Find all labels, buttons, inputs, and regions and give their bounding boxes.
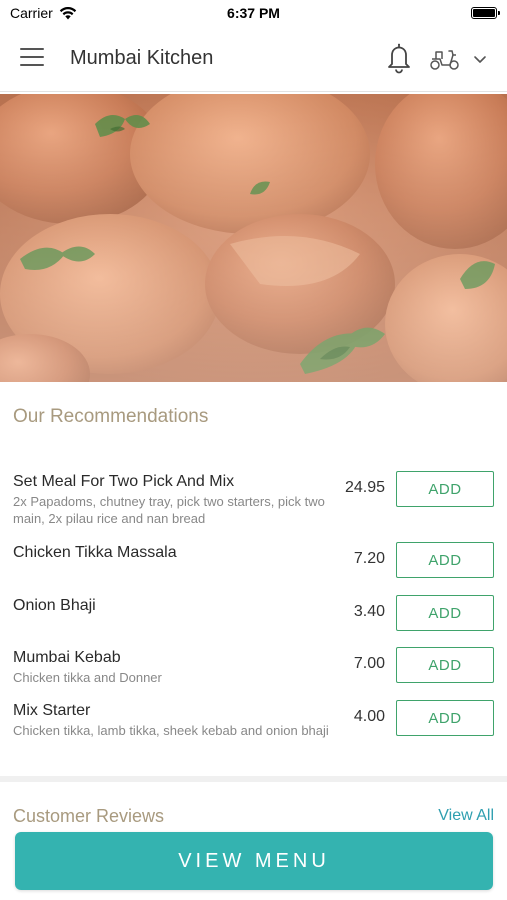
scooter-icon[interactable] (428, 46, 462, 72)
item-description: Chicken tikka, lamb tikka, sheek kebab a… (13, 723, 329, 738)
item-name: Chicken Tikka Massala (13, 544, 177, 561)
item-name: Mix Starter (13, 702, 91, 719)
item-name: Set Meal For Two Pick And Mix (13, 473, 235, 490)
battery-level (473, 9, 495, 17)
item-name: Onion Bhaji (13, 597, 96, 614)
status-time: 6:37 PM (227, 5, 280, 21)
add-button[interactable]: ADD (396, 471, 494, 507)
battery-icon (471, 7, 500, 19)
item-description: 2x Papadoms, chutney tray, pick two star… (13, 494, 325, 526)
page-title: Mumbai Kitchen (70, 47, 214, 69)
add-button[interactable]: ADD (396, 595, 494, 631)
status-bar: Carrier 6:37 PM (0, 0, 507, 26)
recommendations-title: Our Recommendations (13, 406, 209, 427)
hamburger-menu-icon[interactable] (20, 48, 48, 70)
bell-icon[interactable] (384, 42, 414, 74)
hero-food-image (0, 94, 507, 382)
chevron-down-icon[interactable] (472, 51, 488, 67)
item-price: 4.00 (353, 708, 385, 725)
item-price: 7.20 (353, 550, 385, 567)
section-divider (0, 776, 507, 782)
item-description: Chicken tikka and Donner (13, 670, 162, 685)
view-menu-button[interactable]: VIEW MENU (15, 832, 493, 890)
item-price: 7.00 (353, 655, 385, 672)
item-price: 24.95 (344, 479, 385, 496)
item-price: 3.40 (353, 603, 385, 620)
add-button[interactable]: ADD (396, 700, 494, 736)
add-button[interactable]: ADD (396, 647, 494, 683)
item-name: Mumbai Kebab (13, 649, 121, 666)
add-button[interactable]: ADD (396, 542, 494, 578)
app-header: Mumbai Kitchen (0, 26, 507, 92)
